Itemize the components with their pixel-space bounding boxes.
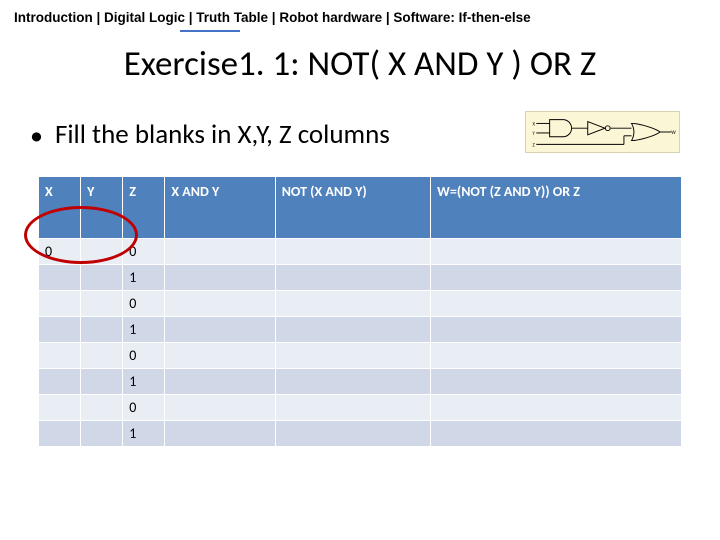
cell-not: [275, 421, 430, 447]
col-header-w: W=(NOT (Z AND Y)) OR Z: [431, 177, 682, 239]
cell-w: [431, 291, 682, 317]
cell-z: 0: [123, 291, 165, 317]
cell-not: [275, 317, 430, 343]
cell-xy: [165, 239, 275, 265]
breadcrumb-underline: [180, 30, 240, 32]
breadcrumb: Introduction | Digital Logic | Truth Tab…: [0, 0, 720, 29]
page-title: Exercise1. 1: NOT( X AND Y ) OR Z: [0, 43, 720, 85]
cell-xy: [165, 343, 275, 369]
table-body: 0 0 1 0: [39, 239, 682, 447]
cell-y: [81, 395, 123, 421]
bullet-marker: •: [30, 122, 43, 148]
col-header-not: NOT (X AND Y): [275, 177, 430, 239]
cell-y: [81, 291, 123, 317]
cell-x: [39, 395, 81, 421]
table-row: 1: [39, 317, 682, 343]
cell-x: [39, 421, 81, 447]
cell-w: [431, 265, 682, 291]
gate-circuit-icon: X Y Z W: [525, 111, 680, 153]
bullet-row: • Fill the blanks in X,Y, Z columns X Y: [0, 111, 720, 158]
cell-not: [275, 239, 430, 265]
cell-z: 1: [123, 317, 165, 343]
col-header-xandy: X AND Y: [165, 177, 275, 239]
table-row: 1: [39, 265, 682, 291]
cell-not: [275, 265, 430, 291]
cell-xy: [165, 291, 275, 317]
table-row: 1: [39, 421, 682, 447]
cell-z: 1: [123, 369, 165, 395]
table-row: 0: [39, 343, 682, 369]
slide: Introduction | Digital Logic | Truth Tab…: [0, 0, 720, 540]
cell-w: [431, 369, 682, 395]
cell-xy: [165, 265, 275, 291]
highlight-ellipse: [24, 206, 138, 264]
table-row: 1: [39, 369, 682, 395]
cell-x: [39, 343, 81, 369]
cell-z: 1: [123, 421, 165, 447]
cell-y: [81, 369, 123, 395]
cell-not: [275, 291, 430, 317]
cell-w: [431, 239, 682, 265]
cell-not: [275, 343, 430, 369]
table-row: 0: [39, 291, 682, 317]
truth-table: X Y Z X AND Y NOT (X AND Y) W=(NOT (Z AN…: [38, 176, 682, 447]
cell-y: [81, 317, 123, 343]
cell-w: [431, 421, 682, 447]
bullet-text: Fill the blanks in X,Y, Z columns: [55, 118, 390, 151]
cell-x: [39, 317, 81, 343]
cell-not: [275, 395, 430, 421]
cell-x: [39, 369, 81, 395]
cell-w: [431, 343, 682, 369]
cell-xy: [165, 395, 275, 421]
cell-x: [39, 265, 81, 291]
cell-y: [81, 265, 123, 291]
cell-z: 1: [123, 265, 165, 291]
cell-w: [431, 317, 682, 343]
cell-z: 0: [123, 395, 165, 421]
cell-z: 0: [123, 343, 165, 369]
cell-y: [81, 343, 123, 369]
cell-xy: [165, 317, 275, 343]
cell-x: [39, 291, 81, 317]
table-row: 0: [39, 395, 682, 421]
cell-w: [431, 395, 682, 421]
logic-gate-diagram: X Y Z W: [525, 111, 680, 158]
cell-xy: [165, 421, 275, 447]
cell-not: [275, 369, 430, 395]
cell-y: [81, 421, 123, 447]
cell-xy: [165, 369, 275, 395]
